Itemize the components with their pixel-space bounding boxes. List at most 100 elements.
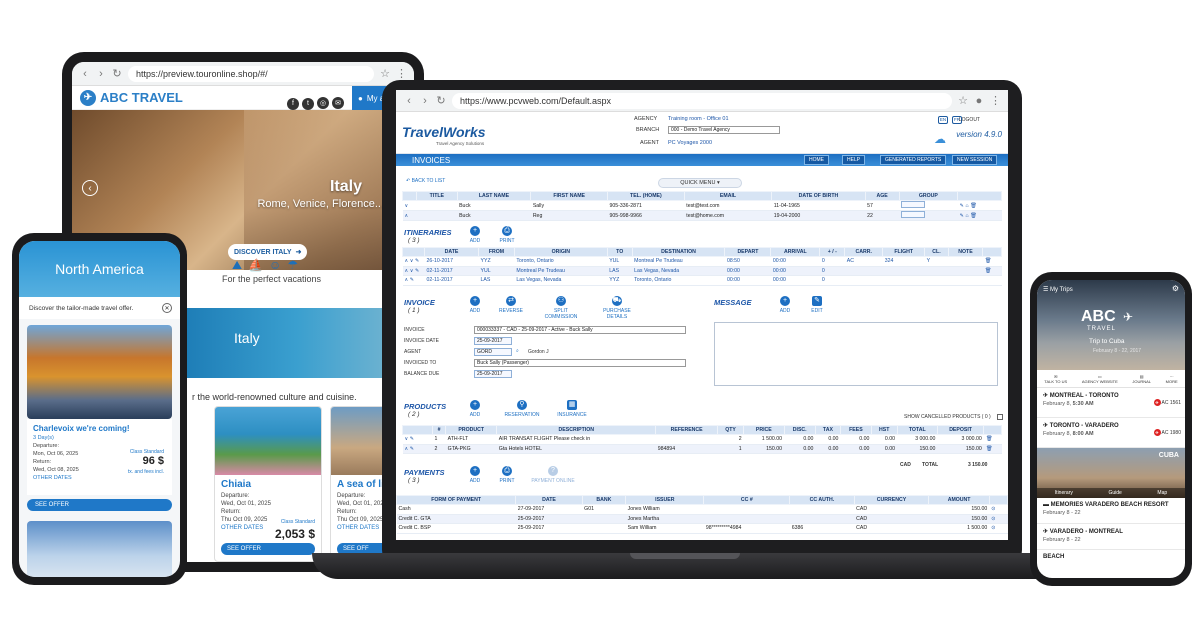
edit-icon[interactable]: ✎ ⌂ 🗑 [957, 210, 1002, 221]
cell[interactable]: Montreal Pe Trudeau [514, 266, 608, 276]
people-icon[interactable]: ☺ [269, 258, 287, 272]
hotel-item[interactable]: ▬ MEMORIES VARADERO BEACH RESORT Februar… [1037, 498, 1185, 524]
table-row[interactable]: ∧ Buck Reg 905-998-9966 test@home.com 19… [402, 210, 1002, 221]
table-row[interactable]: ∧ ✎ 02-11-2017 LAS Las Vegas, Nevada YYZ… [402, 275, 1002, 286]
invoiced-to-select[interactable]: Buck Sally (Passenger) [474, 359, 686, 367]
cell[interactable]: Las Vegas, Nevada [514, 275, 608, 286]
row-toggle-icon[interactable]: ∧ [402, 210, 417, 221]
product-add-button[interactable]: + ADD [458, 400, 492, 418]
table-row[interactable]: ∧ ∨ ✎ 02-11-2017 YUL Montreal Pe Trudeau… [402, 266, 1002, 276]
facebook-icon[interactable]: f [287, 97, 299, 110]
generated-reports-button[interactable]: GENERATED REPORTS [880, 155, 947, 165]
carousel-prev-icon[interactable]: ‹ [82, 180, 98, 196]
trash-icon[interactable]: 🗑 [982, 266, 1002, 276]
beach-item[interactable]: BEACH [1037, 550, 1185, 570]
reload-icon[interactable]: ↻ [112, 67, 122, 80]
cell[interactable]: LAS [478, 275, 515, 286]
cell[interactable] [948, 256, 983, 267]
table-row[interactable]: ∨ ✎ 1 ATH-FLT AIR TRANSAT FLIGHT Please … [402, 434, 1002, 445]
cell[interactable]: 02-11-2017 [424, 266, 479, 276]
flight-item[interactable]: ✈ TORONTO - VARADERO February 8, 8:00 AM… [1037, 418, 1185, 448]
row-toggle-icon[interactable]: ∧ ∨ ✎ [402, 266, 425, 276]
email-icon[interactable]: ✉ [332, 97, 344, 109]
mountain-icon[interactable]: ⛰ [232, 258, 248, 272]
laptop-url-bar[interactable]: https://www.pcvweb.com/Default.aspx [452, 92, 952, 109]
row-toggle-icon[interactable]: ∧ ✎ [402, 275, 425, 286]
view-icon[interactable]: ⊙ [989, 523, 1008, 534]
cell[interactable]: 0 [819, 266, 845, 276]
gear-icon[interactable]: ⚙ [1172, 284, 1179, 293]
edit-icon[interactable]: ✎ ⌂ 🗑 [957, 200, 1002, 211]
home-button[interactable]: HOME [804, 155, 829, 165]
cell[interactable]: YYZ [607, 275, 633, 286]
back-to-list-link[interactable]: ↶ BACK TO LIST [406, 178, 445, 184]
cell[interactable]: 26-10-2017 [424, 256, 479, 267]
view-icon[interactable]: ⊙ [989, 504, 1008, 515]
cell[interactable]: 00:00 [770, 256, 820, 267]
cell[interactable]: Toronto, Ontario [632, 275, 725, 286]
profile-icon[interactable]: ● [974, 95, 984, 107]
flight-item[interactable]: ✈ VARADERO - MONTREAL February 8 - 22 [1037, 524, 1185, 550]
abc-logo[interactable]: ✈ ABC TRAVEL [80, 89, 183, 106]
cuba-image[interactable]: CUBA Itinerary Guide Map [1037, 448, 1185, 498]
trash-icon[interactable]: 🗑 [983, 434, 1002, 445]
split-commission-button[interactable]: ⚇ SPLIT COMMISSION [544, 296, 578, 320]
cell[interactable]: 00:00 [724, 266, 771, 276]
help-button[interactable]: HELP [842, 155, 866, 165]
table-row[interactable]: Cash 27-09-2017 G01 Jones William CAD 15… [396, 504, 1008, 515]
tab-map[interactable]: Map [1157, 490, 1167, 496]
cell[interactable]: Toronto, Ontario [514, 256, 608, 267]
tablet-url-bar[interactable]: https://preview.touronline.shop/#/ [128, 65, 374, 82]
row-toggle-icon[interactable]: ∧ ∨ ✎ [402, 256, 425, 267]
group-input[interactable] [899, 200, 958, 211]
cell[interactable]: Las Vegas, Nevada [632, 266, 725, 276]
cell[interactable]: 0 [819, 275, 845, 286]
star-icon[interactable]: ☆ [958, 94, 968, 107]
tab-guide[interactable]: Guide [1108, 490, 1121, 496]
journal-button[interactable]: ▤ JOURNAL [1132, 374, 1151, 384]
cell[interactable]: 0 [819, 256, 845, 267]
itinerary-print-button[interactable]: ⎙ PRINT [490, 226, 524, 244]
charlevoix-card[interactable]: Charlevoix we're coming! 3 Day(s) Depart… [27, 419, 172, 495]
cell[interactable] [844, 275, 883, 286]
purchase-details-button[interactable]: ⛟ PURCHASE DETAILS [600, 296, 634, 320]
cell[interactable] [924, 266, 949, 276]
see-offer-button[interactable]: SEE OFFER [27, 499, 172, 511]
forward-icon[interactable]: › [96, 68, 106, 80]
instagram-icon[interactable]: ◎ [317, 97, 329, 109]
group-input[interactable] [899, 210, 958, 221]
insurance-button[interactable]: ▦ INSURANCE [552, 400, 592, 418]
cell[interactable]: YUL [478, 266, 515, 276]
trash-icon[interactable]: 🗑 [983, 444, 1002, 454]
row-toggle-icon[interactable]: ∧ ✎ [402, 444, 433, 454]
agency-website-button[interactable]: ▭ AGENCY WEBSITE [1082, 374, 1118, 384]
cell[interactable]: 324 [882, 256, 925, 267]
cell[interactable] [844, 266, 883, 276]
branch-select[interactable]: 000 - Demo Travel Agency [668, 126, 780, 134]
cell[interactable]: Y [924, 256, 949, 267]
cell[interactable]: 00:00 [770, 275, 820, 286]
menu-icon[interactable]: ⋮ [990, 94, 1001, 107]
cell[interactable] [882, 275, 925, 286]
offer-card[interactable]: Chiaia Departure: Wed, Oct 01, 2025 Retu… [214, 406, 322, 562]
cell[interactable]: Montreal Pe Trudeau [632, 256, 725, 267]
flight-item[interactable]: ✈ MONTREAL - TORONTO February 8, 5:30 AM… [1037, 388, 1185, 418]
table-row[interactable]: ∨ Buck Sally 905-336-2871 test@test.com … [402, 200, 1002, 211]
my-trips-link[interactable]: ☰ My Trips [1043, 286, 1073, 293]
back-icon[interactable]: ‹ [80, 68, 90, 80]
logout-button[interactable]: LOGOUT [959, 117, 980, 123]
twitter-icon[interactable]: t [302, 97, 314, 110]
cell[interactable] [948, 275, 983, 286]
reservation-button[interactable]: ⚲ RESERVATION [500, 400, 544, 418]
back-icon[interactable]: ‹ [404, 95, 414, 107]
payment-add-button[interactable]: + ADD [458, 466, 492, 484]
trash-icon[interactable]: 🗑 [982, 256, 1002, 267]
table-row[interactable]: ∧ ✎ 2 GTA-PKG Gta Hotels HOTEL 984894 1 … [402, 444, 1002, 454]
table-row[interactable]: Credit C. BSP 25-09-2017 Sam William 98*… [396, 523, 1008, 534]
message-edit-button[interactable]: ✎ EDIT [800, 296, 834, 314]
cell[interactable]: 00:00 [724, 275, 771, 286]
charlevoix-image[interactable] [27, 325, 172, 419]
mountain-image[interactable] [27, 521, 172, 577]
reload-icon[interactable]: ↻ [436, 94, 446, 107]
invoice-date-input[interactable]: 25-09-2017 [474, 337, 512, 345]
